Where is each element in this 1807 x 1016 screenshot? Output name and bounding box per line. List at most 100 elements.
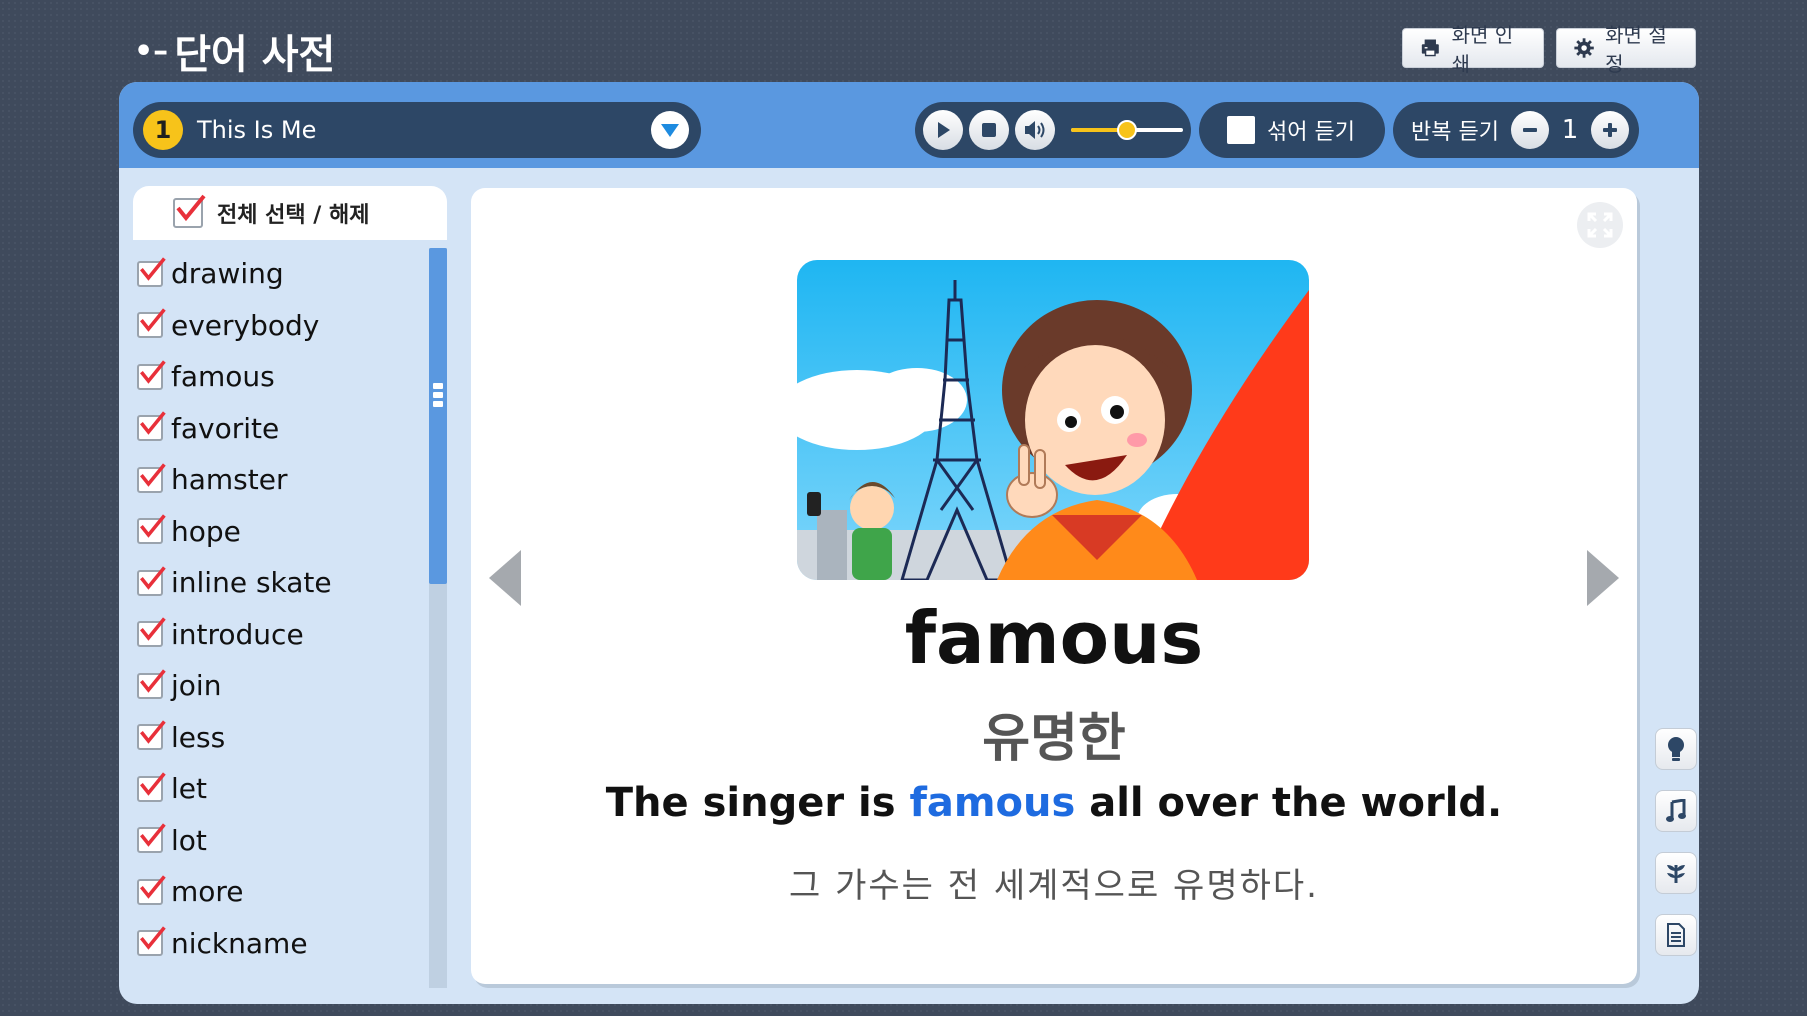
document-icon [1667, 923, 1685, 947]
word-checkbox[interactable] [137, 257, 166, 287]
activity-button[interactable] [1655, 852, 1697, 894]
word-list-item[interactable]: famous [137, 351, 437, 403]
worksheet-button[interactable] [1655, 914, 1697, 956]
word-list-item[interactable]: less [137, 712, 437, 764]
music-note-icon [1666, 799, 1686, 822]
page-title: 단어 사전 [174, 32, 336, 78]
word-label: famous [171, 360, 275, 394]
word-checkbox[interactable] [137, 772, 166, 802]
word-list-item[interactable]: everybody [137, 300, 437, 352]
hint-button[interactable] [1655, 728, 1697, 770]
volume-button[interactable] [1015, 110, 1055, 150]
checkmark-icon [140, 926, 166, 950]
word-checkbox[interactable] [137, 463, 166, 493]
word-list-item[interactable]: let [137, 763, 437, 815]
printer-icon [1421, 39, 1439, 57]
word-list-item[interactable]: lot [137, 815, 437, 867]
sentence-part-before: The singer is [605, 780, 910, 826]
word-list-item[interactable]: join [137, 660, 437, 712]
word-checkbox[interactable] [137, 411, 166, 442]
example-sentence-korean: 그 가수는 전 세계적으로 유명하다. [789, 866, 1319, 906]
unit-dropdown[interactable]: 1 This Is Me [133, 102, 701, 158]
page-header: •– 단어 사전 [134, 22, 335, 80]
word-checkbox[interactable] [137, 514, 166, 545]
plant-icon [1667, 865, 1685, 883]
checkmark-icon [140, 617, 166, 641]
play-button[interactable] [923, 110, 963, 150]
shuffle-label: 섞어 듣기 [1267, 120, 1355, 145]
word-checkbox[interactable] [137, 617, 166, 648]
word-checkbox[interactable] [137, 566, 166, 596]
word-list-item[interactable]: drawing [137, 248, 437, 300]
repeat-decrease-button[interactable] [1510, 111, 1549, 149]
gear-icon [1574, 38, 1594, 58]
word-checkbox[interactable] [137, 926, 166, 957]
volume-slider-knob[interactable] [1117, 120, 1137, 140]
checkmark-icon [140, 257, 166, 281]
checkmark-icon [140, 463, 166, 487]
speaker-icon [1025, 121, 1045, 139]
music-button[interactable] [1655, 790, 1697, 832]
word-list-scrollbar[interactable] [429, 248, 447, 988]
word-label: less [171, 720, 226, 754]
word-list-item[interactable]: more [137, 866, 437, 918]
chevron-down-icon[interactable] [651, 111, 689, 149]
repeat-count: 1 [1561, 115, 1579, 145]
word-label: let [171, 772, 207, 806]
word-label: more [171, 875, 244, 909]
word-list-item[interactable]: hope [137, 506, 437, 558]
word-label: favorite [171, 411, 280, 445]
scrollbar-grip-icon [433, 383, 443, 407]
word-checkbox[interactable] [137, 308, 166, 339]
unit-title: This Is Me [197, 116, 317, 144]
shuffle-toggle[interactable]: 섞어 듣기 [1199, 102, 1385, 158]
repeat-control: 반복 듣기 1 [1393, 102, 1639, 158]
word-label: everybody [171, 308, 320, 342]
word-label: introduce [171, 617, 304, 651]
print-screen-button[interactable]: 화면 인쇄 [1402, 23, 1544, 76]
word-list-item[interactable]: inline skate [137, 557, 437, 609]
back-arrow-icon[interactable]: •– [134, 34, 168, 69]
word-label: hope [171, 514, 241, 548]
lightbulb-icon [1668, 737, 1684, 761]
word-list-item[interactable]: introduce [137, 609, 437, 661]
screen-settings-button[interactable]: 화면 설정 [1556, 23, 1696, 76]
word-checkbox[interactable] [137, 823, 166, 854]
word-label: join [171, 669, 222, 703]
checkmark-icon [176, 194, 206, 222]
stop-button[interactable] [969, 110, 1009, 150]
repeat-increase-button[interactable] [1590, 111, 1629, 149]
word-checkbox[interactable] [137, 360, 166, 390]
word-label: inline skate [171, 566, 332, 600]
word-list-item[interactable]: nickname [137, 918, 437, 970]
screen-settings-label: 화면 설정 [1605, 23, 1667, 76]
sentence-highlight-word: famous [909, 780, 1076, 826]
shuffle-checkbox[interactable] [1227, 116, 1255, 144]
print-screen-label: 화면 인쇄 [1451, 23, 1514, 76]
checkmark-icon [140, 720, 166, 744]
word-checkbox[interactable] [137, 669, 166, 699]
fullscreen-button[interactable] [1577, 202, 1623, 248]
minus-icon [1522, 128, 1537, 132]
stop-icon [982, 123, 996, 137]
play-icon [938, 122, 950, 138]
word-list: drawing everybody famous favorite hamster hop… [137, 248, 437, 984]
unit-number-badge: 1 [143, 110, 183, 150]
checkmark-icon [140, 823, 166, 847]
audio-player [915, 102, 1191, 158]
dictionary-panel: 1 This Is Me 섞어 듣기 반복 듣기 1 전체 선택 / 해제 dr… [119, 82, 1699, 1004]
word-list-item[interactable]: hamster [137, 454, 437, 506]
checkmark-icon [140, 566, 166, 590]
expand-icon [1587, 212, 1613, 238]
select-all-toggle[interactable]: 전체 선택 / 해제 [133, 186, 447, 240]
word-list-item[interactable]: favorite [137, 403, 437, 455]
scrollbar-thumb[interactable] [429, 248, 447, 584]
checkmark-icon [140, 411, 166, 435]
checkmark-icon [140, 360, 166, 384]
volume-slider[interactable] [1071, 110, 1183, 150]
word-checkbox[interactable] [137, 720, 166, 751]
checkmark-icon [140, 772, 166, 796]
word-checkbox[interactable] [137, 875, 166, 905]
checkmark-icon [140, 308, 166, 332]
select-all-checkbox[interactable] [173, 194, 206, 228]
